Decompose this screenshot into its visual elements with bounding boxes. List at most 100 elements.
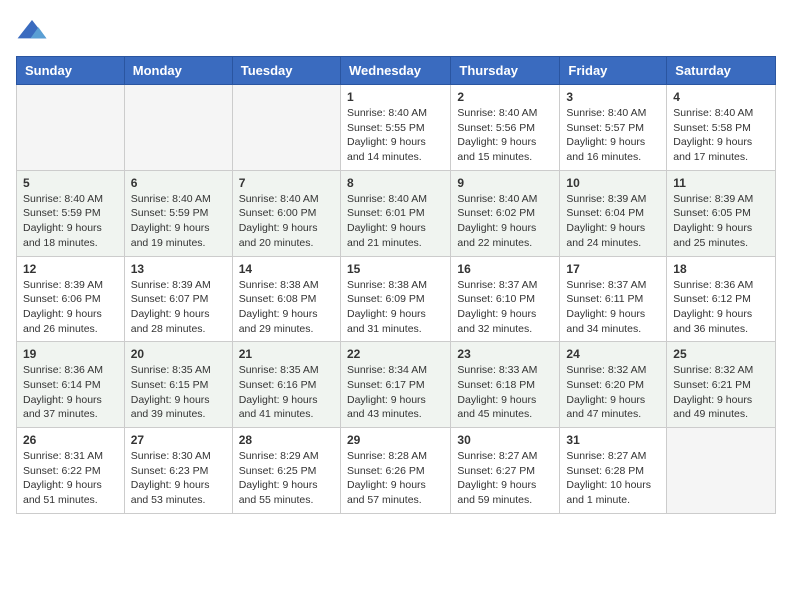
day-info: Sunrise: 8:28 AMSunset: 6:26 PMDaylight:…	[347, 449, 444, 508]
day-info: Sunrise: 8:38 AMSunset: 6:09 PMDaylight:…	[347, 278, 444, 337]
daylight-text: Daylight: 9 hours and 20 minutes.	[239, 222, 318, 249]
sunrise-text: Sunrise: 8:30 AM	[131, 450, 211, 462]
weekday-header-saturday: Saturday	[667, 57, 776, 85]
sunset-text: Sunset: 5:57 PM	[566, 122, 644, 134]
sunset-text: Sunset: 6:01 PM	[347, 207, 425, 219]
sunrise-text: Sunrise: 8:32 AM	[566, 364, 646, 376]
daylight-text: Daylight: 9 hours and 16 minutes.	[566, 136, 645, 163]
calendar-cell: 10Sunrise: 8:39 AMSunset: 6:04 PMDayligh…	[560, 170, 667, 256]
sunset-text: Sunset: 5:59 PM	[23, 207, 101, 219]
day-info: Sunrise: 8:40 AMSunset: 5:56 PMDaylight:…	[457, 106, 553, 165]
day-number: 27	[131, 433, 226, 447]
sunrise-text: Sunrise: 8:40 AM	[673, 107, 753, 119]
daylight-text: Daylight: 9 hours and 21 minutes.	[347, 222, 426, 249]
day-number: 26	[23, 433, 118, 447]
daylight-text: Daylight: 9 hours and 59 minutes.	[457, 479, 536, 506]
day-number: 2	[457, 90, 553, 104]
sunset-text: Sunset: 6:15 PM	[131, 379, 209, 391]
sunrise-text: Sunrise: 8:38 AM	[239, 279, 319, 291]
day-number: 16	[457, 262, 553, 276]
day-info: Sunrise: 8:36 AMSunset: 6:14 PMDaylight:…	[23, 363, 118, 422]
calendar-cell: 21 Sunrise: 8:35 AMSunset: 6:16 PMDayligh…	[232, 342, 340, 428]
weekday-header-sunday: Sunday	[17, 57, 125, 85]
sunrise-text: Sunrise: 8:39 AM	[131, 279, 211, 291]
sunrise-text: Sunrise: 8:29 AM	[239, 450, 319, 462]
day-number: 7	[239, 176, 334, 190]
day-number: 20	[131, 347, 226, 361]
calendar-cell	[124, 85, 232, 171]
sunset-text: Sunset: 6:06 PM	[23, 293, 101, 305]
sunrise-text: Sunrise: 8:40 AM	[457, 107, 537, 119]
day-info: Sunrise: 8:35 AMSunset: 6:15 PMDaylight:…	[131, 363, 226, 422]
day-number: 18	[673, 262, 769, 276]
daylight-text: Daylight: 9 hours and 32 minutes.	[457, 308, 536, 335]
day-number: 21	[239, 347, 334, 361]
sunrise-text: Sunrise: 8:31 AM	[23, 450, 103, 462]
daylight-text: Daylight: 9 hours and 29 minutes.	[239, 308, 318, 335]
daylight-text: Daylight: 9 hours and 49 minutes.	[673, 394, 752, 421]
day-number: 8	[347, 176, 444, 190]
calendar-cell: 25Sunrise: 8:32 AMSunset: 6:21 PMDayligh…	[667, 342, 776, 428]
calendar-cell: 3 Sunrise: 8:40 AM Sunset: 5:57 PM Daylight…	[560, 85, 667, 171]
daylight-text: Daylight: 9 hours and 57 minutes.	[347, 479, 426, 506]
day-number: 3	[566, 90, 660, 104]
day-info: Sunrise: 8:39 AMSunset: 6:05 PMDaylight:…	[673, 192, 769, 251]
day-info: Sunrise: 8:39 AMSunset: 6:07 PMDaylight:…	[131, 278, 226, 337]
day-number: 5	[23, 176, 118, 190]
sunset-text: Sunset: 6:21 PM	[673, 379, 751, 391]
sunrise-text: Sunrise: 8:38 AM	[347, 279, 427, 291]
sunrise-text: Sunrise: 8:39 AM	[566, 193, 646, 205]
sunrise-text: Sunrise: 8:37 AM	[566, 279, 646, 291]
sunrise-text: Sunrise: 8:32 AM	[673, 364, 753, 376]
daylight-text: Daylight: 9 hours and 15 minutes.	[457, 136, 536, 163]
day-info: Sunrise: 8:40 AM Sunset: 5:57 PM Daylight:…	[566, 106, 660, 165]
sunrise-text: Sunrise: 8:37 AM	[457, 279, 537, 291]
sunrise-text: Sunrise: 8:35 AM	[239, 364, 319, 376]
sunset-text: Sunset: 6:08 PM	[239, 293, 317, 305]
daylight-text: Daylight: 10 hours and 1 minute.	[566, 479, 651, 506]
day-number: 31	[566, 433, 660, 447]
day-info: Sunrise: 8:27 AMSunset: 6:27 PMDaylight:…	[457, 449, 553, 508]
sunset-text: Sunset: 6:10 PM	[457, 293, 535, 305]
day-info: Sunrise: 8:32 AM Sunset: 6:21 PM Daylight:…	[673, 363, 769, 422]
calendar-cell	[232, 85, 340, 171]
calendar-cell	[17, 85, 125, 171]
day-number: 22	[347, 347, 444, 361]
daylight-text: Daylight: 9 hours and 28 minutes.	[131, 308, 210, 335]
calendar-cell: 7Sunrise: 8:40 AMSunset: 6:00 PMDaylight…	[232, 170, 340, 256]
calendar-cell: 6Sunrise: 8:40 AMSunset: 5:59 PMDaylight…	[124, 170, 232, 256]
daylight-text: Daylight: 9 hours and 37 minutes.	[23, 394, 102, 421]
daylight-text: Daylight: 9 hours and 39 minutes.	[131, 394, 210, 421]
sunrise-text: Sunrise: 8:40 AM	[566, 107, 646, 119]
daylight-text: Daylight: 9 hours and 53 minutes.	[131, 479, 210, 506]
day-info: Sunrise: 8:35 AMSunset: 6:16 PMDaylight:…	[239, 363, 334, 422]
day-info: Sunrise: 8:39 AMSunset: 6:06 PMDaylight:…	[23, 278, 118, 337]
sunset-text: Sunset: 6:12 PM	[673, 293, 751, 305]
calendar-cell: 12Sunrise: 8:39 AMSunset: 6:06 PMDayligh…	[17, 256, 125, 342]
daylight-text: Daylight: 9 hours and 45 minutes.	[457, 394, 536, 421]
day-number: 10	[566, 176, 660, 190]
sunset-text: Sunset: 6:05 PM	[673, 207, 751, 219]
calendar-cell: 23Sunrise: 8:33 AMSunset: 6:18 PMDayligh…	[451, 342, 560, 428]
calendar-week-row: 5 Sunrise: 8:40 AM Sunset: 5:59 PM Daylight…	[17, 170, 776, 256]
sunset-text: Sunset: 6:09 PM	[347, 293, 425, 305]
sunrise-text: Sunrise: 8:40 AM	[457, 193, 537, 205]
sunset-text: Sunset: 6:04 PM	[566, 207, 644, 219]
sunrise-text: Sunrise: 8:39 AM	[673, 193, 753, 205]
daylight-text: Daylight: 9 hours and 26 minutes.	[23, 308, 102, 335]
sunset-text: Sunset: 6:28 PM	[566, 465, 644, 477]
weekday-header-thursday: Thursday	[451, 57, 560, 85]
calendar-cell: 14Sunrise: 8:38 AMSunset: 6:08 PMDayligh…	[232, 256, 340, 342]
calendar-cell: 19Sunrise: 8:36 AMSunset: 6:14 PMDayligh…	[17, 342, 125, 428]
weekday-header-friday: Friday	[560, 57, 667, 85]
daylight-text: Daylight: 9 hours and 47 minutes.	[566, 394, 645, 421]
daylight-text: Daylight: 9 hours and 51 minutes.	[23, 479, 102, 506]
day-info: Sunrise: 8:40 AMSunset: 5:58 PMDaylight:…	[673, 106, 769, 165]
calendar-cell: 15Sunrise: 8:38 AMSunset: 6:09 PMDayligh…	[340, 256, 450, 342]
calendar-cell: 16 Sunrise: 8:37 AM Sunset: 6:10 PM Dayligh…	[451, 256, 560, 342]
day-number: 9	[457, 176, 553, 190]
day-number: 24	[566, 347, 660, 361]
sunset-text: Sunset: 6:26 PM	[347, 465, 425, 477]
day-info: Sunrise: 8:40 AMSunset: 6:02 PMDaylight:…	[457, 192, 553, 251]
sunrise-text: Sunrise: 8:34 AM	[347, 364, 427, 376]
